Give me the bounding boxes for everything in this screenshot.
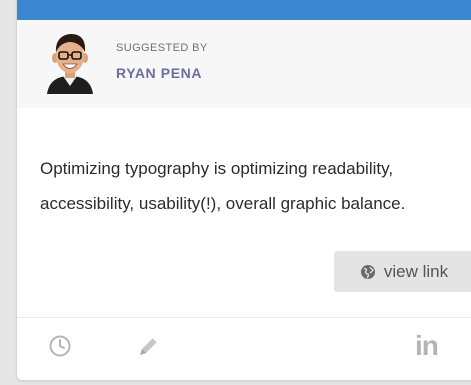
view-link-button[interactable]: view link	[334, 251, 471, 292]
author-name[interactable]: RYAN PENA	[116, 65, 202, 81]
pencil-icon[interactable]	[135, 334, 161, 360]
footer-divider	[17, 317, 471, 318]
avatar[interactable]	[41, 32, 99, 94]
view-link-label: view link	[383, 261, 449, 281]
clock-icon[interactable]	[48, 334, 72, 358]
post-text: Optimizing typography is optimizing read…	[40, 159, 406, 213]
suggested-by-label: SUGGESTED BY	[116, 42, 208, 54]
card-header: SUGGESTED BY RYAN PENA	[17, 20, 471, 108]
suggestion-card: SUGGESTED BY RYAN PENA Optimizing typogr…	[16, 0, 471, 381]
globe-icon	[360, 264, 375, 279]
linkedin-icon[interactable]: in	[415, 330, 439, 362]
top-accent-bar	[17, 0, 471, 20]
